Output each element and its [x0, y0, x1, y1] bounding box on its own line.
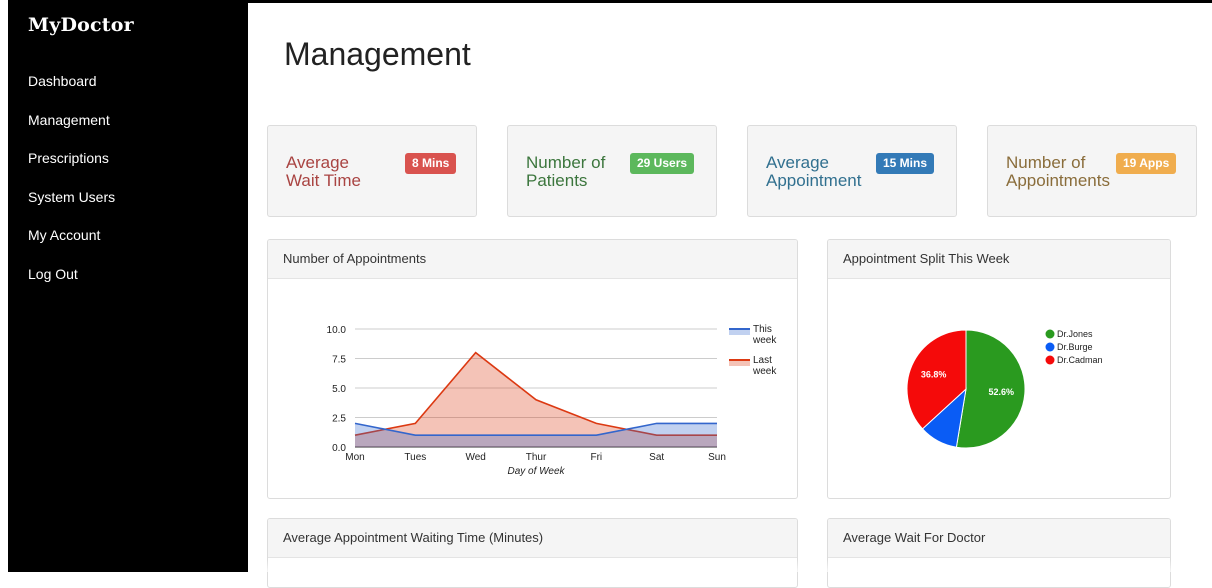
- x-tick-label: Fri: [590, 452, 602, 463]
- stat-label-line1: Number of: [526, 153, 606, 172]
- x-axis-title: Day of Week: [507, 466, 565, 477]
- x-tick-label: Sun: [708, 452, 726, 463]
- pie-slice-label: 52.6%: [989, 387, 1015, 397]
- stat-label-line2: Appointments: [1006, 171, 1110, 190]
- stat-badge: 8 Mins: [405, 153, 457, 174]
- legend-dot: [1045, 342, 1055, 352]
- y-tick-label: 10.0: [327, 325, 347, 336]
- panel-heading: Average Appointment Waiting Time (Minute…: [268, 519, 797, 558]
- stat-label-line1: Average: [286, 153, 350, 172]
- y-tick-label: 5.0: [332, 384, 346, 395]
- x-tick-label: Wed: [465, 452, 485, 463]
- split-pie-chart: 52.6% 36.8% Dr.Jones Dr.Burge Dr.Cadman: [906, 329, 1103, 449]
- sidebar-item-management[interactable]: Management: [28, 105, 115, 144]
- brand-logo[interactable]: MyDoctor: [28, 14, 134, 36]
- appointments-chart: 10.07.55.02.50.0Mon Tues Wed Thur Fri Sat SunD…: [327, 324, 778, 477]
- waiting-time-panel: Average Appointment Waiting Time (Minute…: [267, 518, 798, 588]
- panel-heading: Number of Appointments: [268, 240, 797, 279]
- stat-badge: 19 Apps: [1116, 153, 1177, 174]
- sidebar-item-my-account[interactable]: My Account: [28, 220, 115, 259]
- y-tick-label: 2.5: [332, 414, 346, 425]
- sidebar-nav: Dashboard Management Prescriptions Syste…: [28, 66, 115, 297]
- sidebar-item-log-out[interactable]: Log Out: [28, 259, 115, 298]
- stat-label: Number of Appointments: [1006, 154, 1110, 190]
- legend-label: Dr.Jones: [1057, 329, 1093, 339]
- legend-label: Last week: [752, 355, 777, 377]
- stat-label: Average Wait Time: [286, 154, 361, 190]
- stat-badge: 29 Users: [630, 153, 695, 174]
- stat-card-number-of-patients: Number of Patients 29 Users: [507, 125, 717, 217]
- stat-badge: 15 Mins: [876, 153, 935, 174]
- stat-label-line2: Wait Time: [286, 171, 361, 190]
- stat-label: Number of Patients: [526, 154, 605, 190]
- legend-label: Dr.Burge: [1057, 342, 1093, 352]
- legend-dot: [1045, 355, 1055, 365]
- sidebar-item-prescriptions[interactable]: Prescriptions: [28, 143, 115, 182]
- stat-label: Average Appointment: [766, 154, 861, 190]
- panel-heading: Appointment Split This Week: [828, 240, 1170, 279]
- x-tick-label: Sat: [649, 452, 664, 463]
- sidebar-item-dashboard[interactable]: Dashboard: [28, 66, 115, 105]
- sidebar-item-system-users[interactable]: System Users: [28, 182, 115, 221]
- y-tick-label: 7.5: [332, 355, 346, 366]
- page-title: Management: [284, 36, 471, 72]
- stat-card-number-of-appointments: Number of Appointments 19 Apps: [987, 125, 1197, 217]
- legend-dot: [1045, 329, 1055, 339]
- stat-label-line2: Appointment: [766, 171, 862, 190]
- panel-heading: Average Wait For Doctor: [828, 519, 1170, 558]
- stat-label-line1: Number of: [1006, 153, 1086, 172]
- stat-label-line2: Patients: [526, 171, 588, 190]
- window-edge: [0, 0, 8, 572]
- appointments-panel: Number of Appointments 10.0 7.5 5.0 2.5 0.0 M…: [267, 239, 798, 499]
- legend-label: This week: [752, 324, 777, 346]
- pie-slice-label: 36.8%: [921, 370, 947, 380]
- x-tick-label: Tues: [404, 452, 426, 463]
- stat-card-average-wait-time: Average Wait Time 8 Mins: [267, 125, 477, 217]
- x-tick-label: Mon: [345, 452, 364, 463]
- sidebar: MyDoctor Dashboard Management Prescripti…: [0, 0, 248, 572]
- x-tick-label: Thur: [526, 452, 547, 463]
- wait-for-doctor-panel: Average Wait For Doctor: [827, 518, 1171, 588]
- stat-card-average-appointment: Average Appointment 15 Mins: [747, 125, 957, 217]
- scroll-fade: [248, 560, 1212, 572]
- stat-label-line1: Average: [766, 153, 830, 172]
- legend-label: Dr.Cadman: [1057, 355, 1103, 365]
- split-panel: Appointment Split This Week 52.6% 36.8% Dr…: [827, 239, 1171, 499]
